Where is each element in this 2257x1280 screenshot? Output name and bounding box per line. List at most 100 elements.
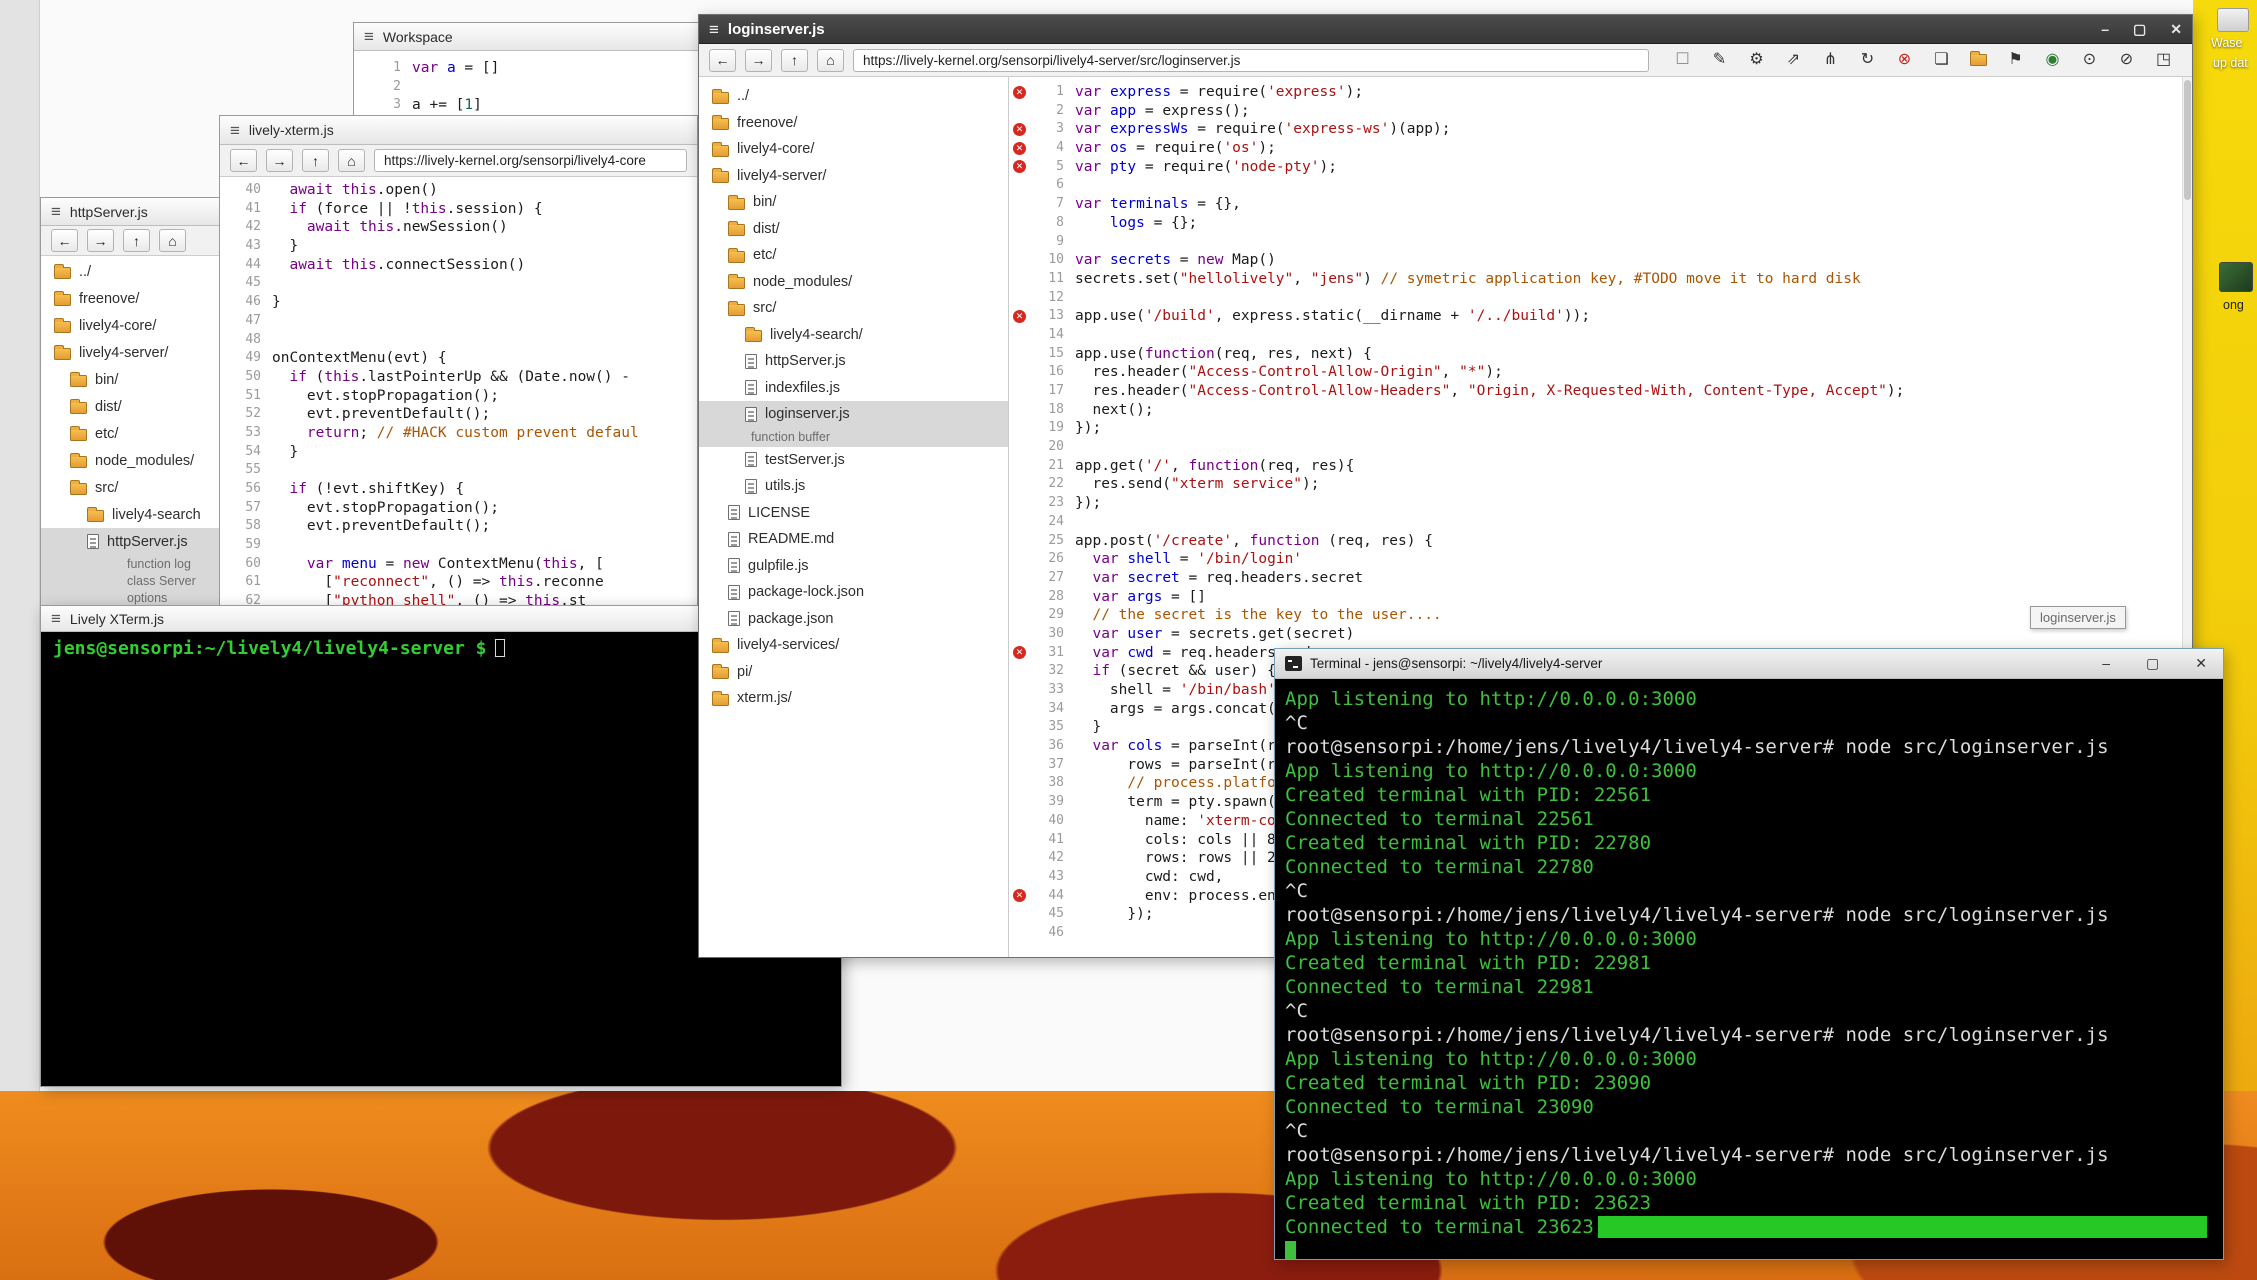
eye-icon[interactable]: ⊙	[2071, 52, 2108, 68]
code-line[interactable]: 40 await this.open()	[220, 181, 697, 200]
code-line[interactable]: 22 res.send("xterm service");	[1009, 475, 2192, 494]
code-line[interactable]: 43 }	[220, 237, 697, 256]
code-line[interactable]: 15app.use(function(req, res, next) {	[1009, 345, 2192, 364]
code-line[interactable]: 42 await this.newSession()	[220, 218, 697, 237]
code-line[interactable]: 18 next();	[1009, 401, 2192, 420]
tree-item-dist[interactable]: dist/	[699, 216, 1008, 243]
back-button[interactable]: ←	[51, 229, 78, 252]
checkbox-icon[interactable]: ☐	[1664, 52, 1701, 68]
code-line[interactable]: 55	[220, 461, 697, 480]
up-button[interactable]: ↑	[123, 229, 150, 252]
tree-item-lively4-search[interactable]: lively4-search/	[699, 322, 1008, 349]
desktop-icon-image[interactable]	[2217, 8, 2249, 32]
tree-subitem[interactable]: options	[41, 589, 230, 606]
code-line[interactable]: ✕13app.use('/build', express.static(__di…	[1009, 307, 2192, 326]
code-line[interactable]: 44 await this.connectSession()	[220, 256, 697, 275]
code-line[interactable]: 45	[220, 274, 697, 293]
code-line[interactable]: 25app.post('/create', function (req, res…	[1009, 532, 2192, 551]
file-tree[interactable]: ../freenove/lively4-core/lively4-server/…	[41, 256, 230, 606]
tree-item-dist[interactable]: dist/	[41, 393, 230, 420]
code-line[interactable]: 2var app = express();	[1009, 102, 2192, 121]
code-line[interactable]: 46}	[220, 293, 697, 312]
code-line[interactable]: 12	[1009, 289, 2192, 308]
code-line[interactable]: 21app.get('/', function(req, res){	[1009, 457, 2192, 476]
save-icon[interactable]: ◉	[2034, 52, 2071, 68]
code-line[interactable]: 10var secrets = new Map()	[1009, 251, 2192, 270]
code-line[interactable]: 51 evt.stopPropagation();	[220, 387, 697, 406]
code-line[interactable]: 28 var args = []	[1009, 588, 2192, 607]
tree-item-readme.md[interactable]: README.md	[699, 526, 1008, 553]
code-line[interactable]: 30 var user = secrets.get(secret)	[1009, 625, 2192, 644]
url-input[interactable]	[853, 49, 1649, 72]
gears-icon[interactable]: ⚙	[1738, 52, 1775, 68]
code-line[interactable]: 41 if (force || !this.session) {	[220, 200, 697, 219]
tree-item-lively4-server[interactable]: lively4-server/	[699, 163, 1008, 190]
tree-item-httpserver.js[interactable]: httpServer.js	[699, 348, 1008, 375]
code-line[interactable]: 20	[1009, 438, 2192, 457]
tree-subitem[interactable]: function log	[41, 555, 230, 572]
tree-item-lively4-core[interactable]: lively4-core/	[41, 312, 230, 339]
code-line[interactable]: 49onContextMenu(evt) {	[220, 349, 697, 368]
code-line[interactable]: ✕4var os = require('os');	[1009, 139, 2192, 158]
expand-icon[interactable]: ◳	[2145, 52, 2182, 68]
menu-icon[interactable]: ≡	[51, 610, 61, 627]
tree-item-freenove[interactable]: freenove/	[699, 110, 1008, 137]
code-line[interactable]: 29 // the secret is the key to the user.…	[1009, 606, 2192, 625]
code-line[interactable]: 54 }	[220, 443, 697, 462]
code-line[interactable]: 47	[220, 312, 697, 331]
tree-item-httpserver.js[interactable]: httpServer.js	[41, 528, 230, 555]
close-button[interactable]: ✕	[2195, 655, 2207, 672]
menu-icon[interactable]: ≡	[230, 122, 240, 139]
code-line[interactable]: 48	[220, 331, 697, 350]
tree-item-bin[interactable]: bin/	[699, 189, 1008, 216]
home-button[interactable]: ⌂	[338, 149, 365, 172]
tree-item-license[interactable]: LICENSE	[699, 500, 1008, 527]
terminal-output[interactable]: App listening to http://0.0.0.0:3000^Cro…	[1275, 679, 2223, 1259]
up-button[interactable]: ↑	[781, 49, 808, 72]
code-line[interactable]: 52 evt.preventDefault();	[220, 405, 697, 424]
code-line[interactable]: 24	[1009, 513, 2192, 532]
url-input[interactable]	[374, 149, 687, 172]
tree-item-loginserver.js[interactable]: loginserver.js	[699, 401, 1008, 428]
loginserver-titlebar[interactable]: ≡ loginserver.js – ▢ ✕	[699, 15, 2192, 44]
refresh-icon[interactable]: ↻	[1849, 52, 1886, 68]
code-line[interactable]: ✕3var expressWs = require('express-ws')(…	[1009, 120, 2192, 139]
tree-item-xterm.js[interactable]: xterm.js/	[699, 685, 1008, 712]
tree-item-lively4-core[interactable]: lively4-core/	[699, 136, 1008, 163]
code-line[interactable]: 58 evt.preventDefault();	[220, 517, 697, 536]
cancel-icon[interactable]: ⊘	[2108, 52, 2145, 68]
maximize-button[interactable]: ▢	[2133, 21, 2146, 38]
code-line[interactable]: 60 var menu = new ContextMenu(this, [	[220, 555, 697, 574]
terminal-titlebar[interactable]: Terminal - jens@sensorpi: ~/lively4/live…	[1275, 649, 2223, 679]
tree-item-indexfiles.js[interactable]: indexfiles.js	[699, 375, 1008, 402]
code-line[interactable]: 17 res.header("Access-Control-Allow-Head…	[1009, 382, 2192, 401]
forward-button[interactable]: →	[87, 229, 114, 252]
back-button[interactable]: ←	[709, 49, 736, 72]
tree-item-lively4-search[interactable]: lively4-search	[41, 501, 230, 528]
code-line[interactable]: 23});	[1009, 494, 2192, 513]
tree-subitem[interactable]: function buffer	[699, 428, 1008, 447]
tree-item-src[interactable]: src/	[41, 474, 230, 501]
code-line[interactable]: ✕1var express = require('express');	[1009, 83, 2192, 102]
code-line[interactable]: 61 ["reconnect", () => this.reconne	[220, 573, 697, 592]
code-line[interactable]: 56 if (!evt.shiftKey) {	[220, 480, 697, 499]
code-line[interactable]: 53 return; // #HACK custom prevent defau…	[220, 424, 697, 443]
desktop-icon-image[interactable]	[2219, 262, 2253, 292]
desktop-icon-label[interactable]: ong	[2223, 298, 2244, 312]
code-line[interactable]: 50 if (this.lastPointerUp && (Date.now()…	[220, 368, 697, 387]
up-button[interactable]: ↑	[302, 149, 329, 172]
code-line[interactable]: 59	[220, 536, 697, 555]
code-line[interactable]: 6	[1009, 176, 2192, 195]
close-button[interactable]: ✕	[2170, 21, 2182, 38]
desktop-icon-label[interactable]: Wase	[2211, 36, 2243, 50]
folder-icon[interactable]	[1960, 51, 1997, 70]
code-line[interactable]: 14	[1009, 326, 2192, 345]
code-line[interactable]: 27 var secret = req.headers.secret	[1009, 569, 2192, 588]
back-button[interactable]: ←	[230, 149, 257, 172]
minimize-button[interactable]: –	[2101, 21, 2109, 38]
menu-icon[interactable]: ≡	[709, 21, 719, 38]
tree-item-pi[interactable]: pi/	[699, 659, 1008, 686]
code-line[interactable]: 16 res.header("Access-Control-Allow-Orig…	[1009, 363, 2192, 382]
home-button[interactable]: ⌂	[817, 49, 844, 72]
tree-item-package.json[interactable]: package.json	[699, 606, 1008, 633]
